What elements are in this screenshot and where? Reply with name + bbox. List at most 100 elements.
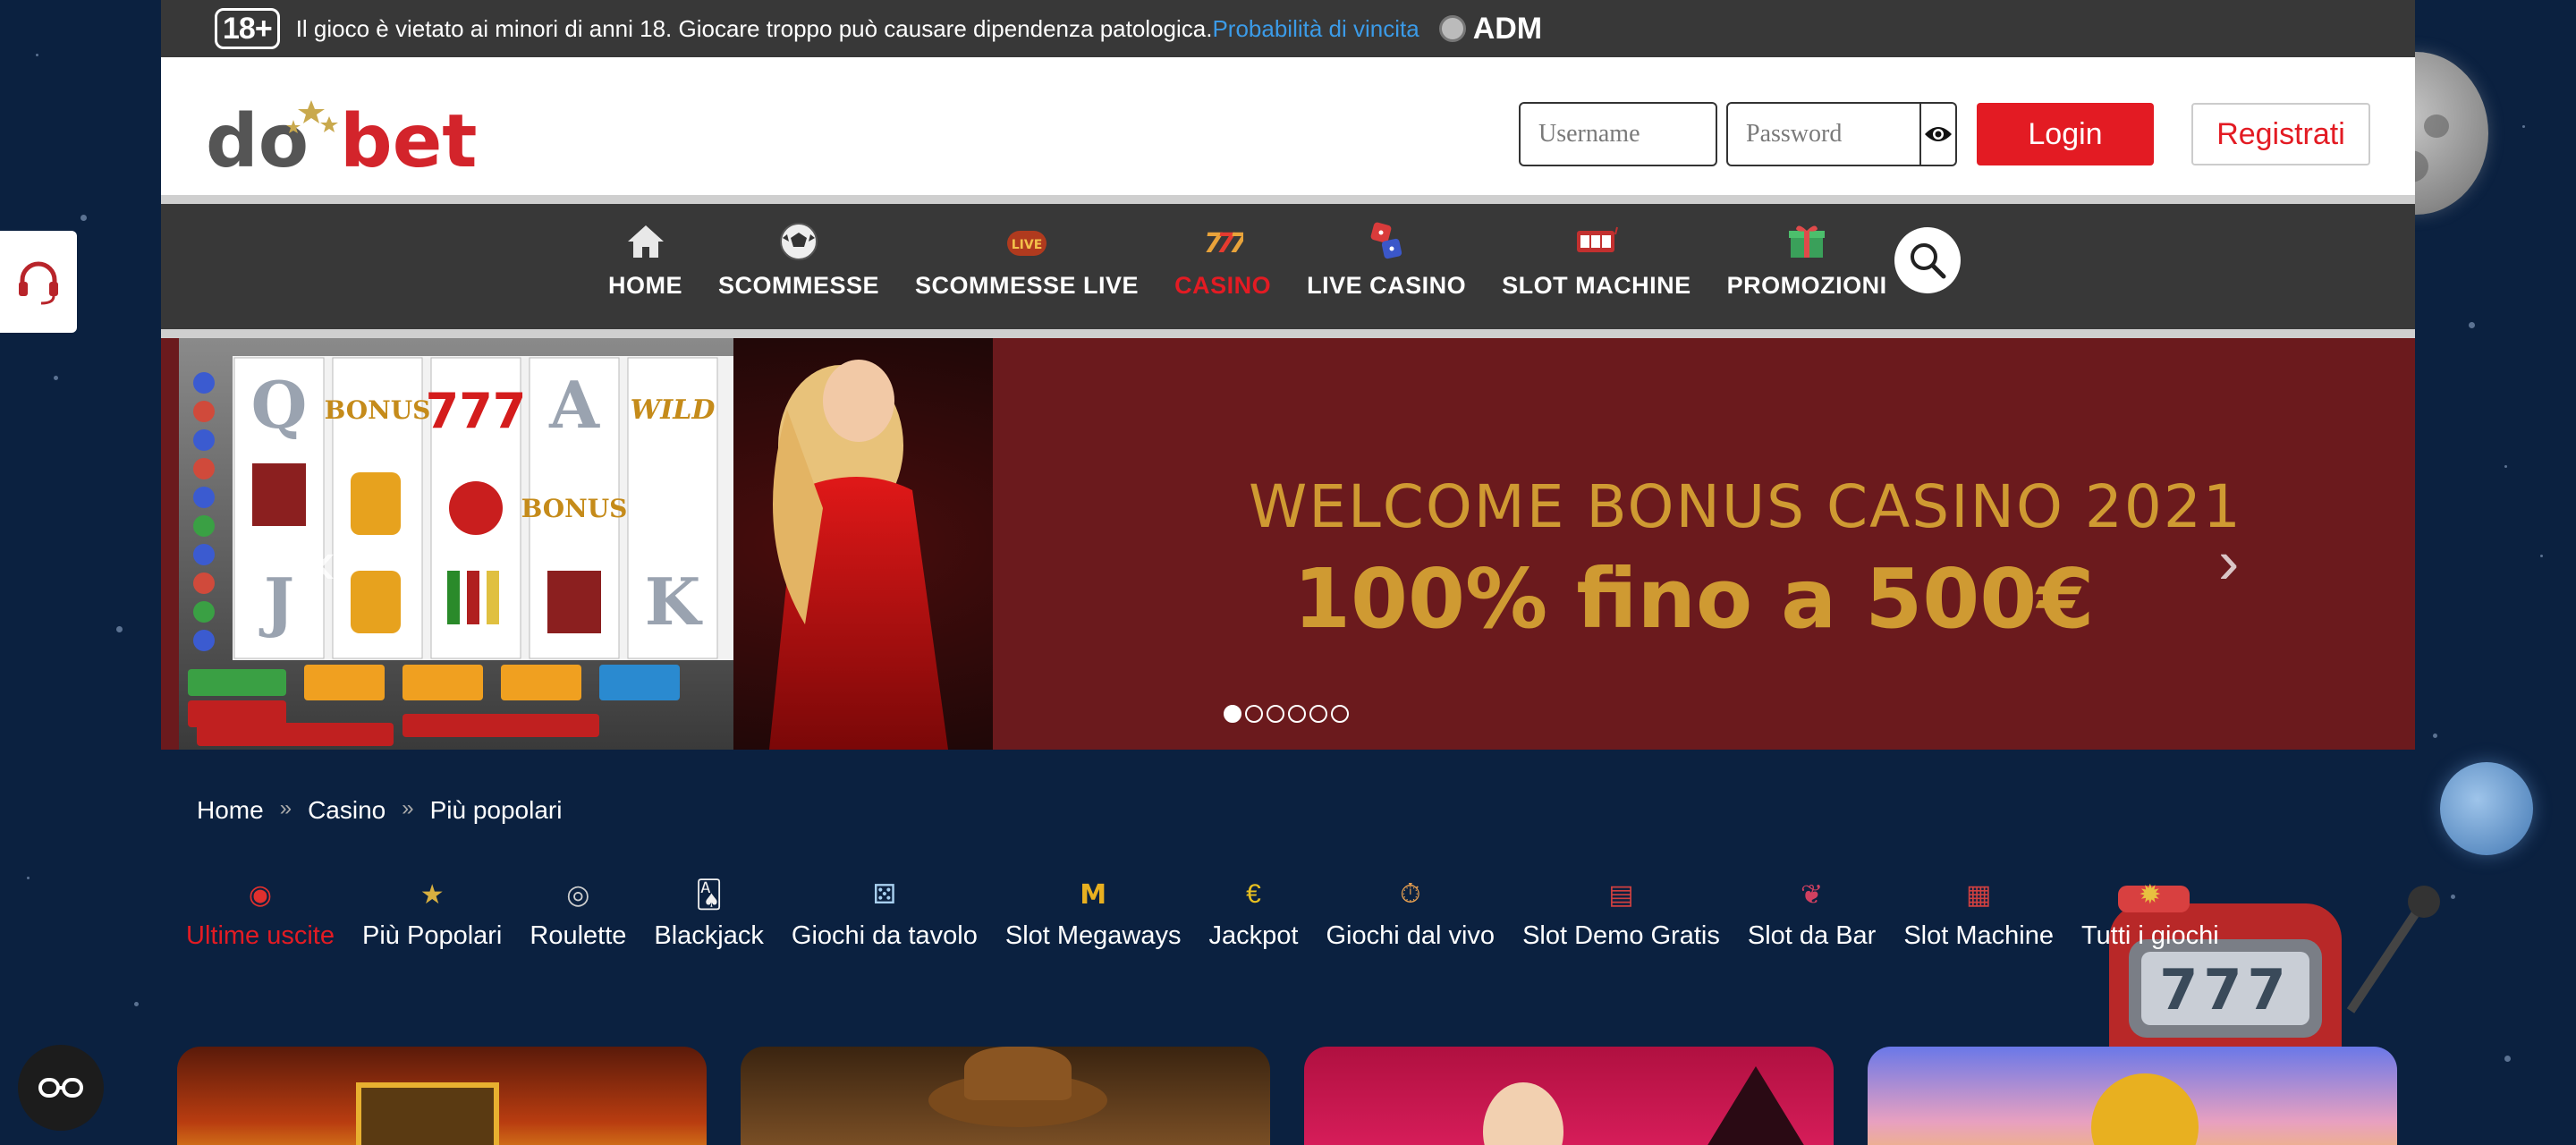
- new-icon: ◉: [248, 879, 273, 910]
- nav-label: CASINO: [1174, 272, 1272, 299]
- probability-link[interactable]: Probabilità di vincita: [1212, 15, 1419, 43]
- login-form: Username Password Login Registrati: [1519, 102, 2370, 166]
- password-field[interactable]: Password: [1726, 102, 1921, 166]
- login-button[interactable]: Login: [1977, 103, 2154, 165]
- carousel-dot[interactable]: [1309, 705, 1327, 723]
- star-decoration: [2433, 734, 2437, 738]
- category-giochi-da-tavolo[interactable]: ⚄ Giochi da tavolo: [792, 877, 978, 951]
- nav-scommesse[interactable]: SCOMMESSE: [718, 220, 879, 300]
- slot-machine-banner-image: Q BONUS 777 A WILD BONUS J K: [179, 338, 993, 750]
- search-button[interactable]: [1894, 227, 1961, 293]
- category-più-popolari[interactable]: ★ Più Popolari: [362, 877, 502, 951]
- banner-title: WELCOME BONUS CASINO 2021: [1249, 472, 2242, 541]
- soccer-ball-icon: [777, 220, 820, 263]
- page-container: 18+ Il gioco è vietato ai minori di anni…: [161, 0, 2415, 750]
- category-slot-megaways[interactable]: M Slot Megaways: [1005, 877, 1182, 951]
- category-tutti-i-giochi[interactable]: ✹ Tutti i giochi: [2081, 877, 2219, 951]
- svg-text:K: K: [645, 564, 703, 640]
- svg-text:J: J: [258, 564, 294, 640]
- carousel-dot[interactable]: [1288, 705, 1306, 723]
- dobet-logo[interactable]: do bet: [206, 97, 519, 177]
- home-icon: [624, 220, 667, 263]
- roulette-icon: ◎: [566, 879, 590, 910]
- search-icon: [1911, 243, 1946, 279]
- svg-text:A: A: [548, 367, 600, 443]
- accessibility-button[interactable]: [18, 1045, 104, 1131]
- carousel-prev-arrow[interactable]: ‹: [315, 526, 335, 598]
- dice-icon: [1365, 220, 1408, 263]
- star-decoration: [80, 215, 87, 221]
- category-label: Giochi da tavolo: [791, 921, 978, 950]
- headset-icon: [19, 261, 58, 305]
- show-password-button[interactable]: [1921, 102, 1957, 166]
- star-decoration: [116, 626, 123, 632]
- svg-text:7: 7: [1229, 228, 1243, 259]
- carousel-dot[interactable]: [1224, 705, 1241, 723]
- nav-label: SCOMMESSE: [718, 272, 880, 299]
- category-label: Slot Demo Gratis: [1522, 921, 1720, 950]
- game-tile[interactable]: [1304, 1047, 1834, 1145]
- live-icon: LIVE: [1005, 220, 1048, 263]
- game-tile[interactable]: [1868, 1047, 2397, 1145]
- breadcrumb-separator: »: [402, 796, 414, 820]
- star-decoration: [27, 877, 30, 879]
- cards-icon: 🂡: [695, 879, 723, 910]
- nav-promozioni[interactable]: PROMOZIONI: [1727, 220, 1887, 300]
- category-label: Più Popolari: [362, 921, 503, 950]
- star-decoration: [36, 54, 38, 56]
- carousel-dot[interactable]: [1245, 705, 1263, 723]
- breadcrumb-home[interactable]: Home: [197, 796, 264, 825]
- breadcrumb-current: Più popolari: [429, 796, 563, 824]
- main-navigation: HOME SCOMMESSE LIVE SCOMMESSE LIVE 777 C…: [161, 204, 2415, 338]
- category-label: Jackpot: [1208, 921, 1299, 950]
- nav-casino[interactable]: 777 CASINO: [1174, 220, 1271, 300]
- carousel-dots: [1224, 705, 1352, 723]
- gift-icon: [1785, 220, 1828, 263]
- category-label: Slot da Bar: [1747, 921, 1877, 950]
- nav-scommesse-live[interactable]: LIVE SCOMMESSE LIVE: [915, 220, 1139, 300]
- game-tile[interactable]: [741, 1047, 1270, 1145]
- nav-home[interactable]: HOME: [608, 220, 682, 300]
- carousel-dot[interactable]: [1267, 705, 1284, 723]
- nav-live-casino[interactable]: LIVE CASINO: [1307, 220, 1466, 300]
- star-decoration: [2469, 322, 2475, 328]
- category-label: Blackjack: [654, 921, 764, 950]
- category-slot-machine[interactable]: ▦ Slot Machine: [1903, 877, 2054, 951]
- svg-text:777: 777: [2159, 957, 2291, 1022]
- glasses-icon: [38, 1078, 83, 1098]
- svg-text:WILD: WILD: [631, 394, 716, 426]
- category-ultime-uscite[interactable]: ◉ Ultime uscite: [186, 877, 335, 951]
- star-decoration: [2540, 555, 2543, 557]
- promo-banner-carousel[interactable]: Q BONUS 777 A WILD BONUS J K WELCOME BON…: [161, 338, 2415, 750]
- breadcrumb: Home » Casino » Più popolari: [197, 796, 562, 825]
- age-18-badge: 18+: [215, 8, 280, 49]
- username-field[interactable]: Username: [1519, 102, 1717, 166]
- slot-icon: ▤: [1608, 879, 1634, 910]
- category-jackpot[interactable]: € Jackpot: [1209, 877, 1299, 951]
- star-decoration: [54, 376, 58, 380]
- carousel-dot[interactable]: [1331, 705, 1349, 723]
- site-header: do bet Username Password Login Registrat…: [161, 57, 2415, 204]
- slot-machine-icon: ▦: [1965, 879, 1992, 910]
- banner-offer: 100% fino a 500€: [1293, 551, 2095, 647]
- category-roulette[interactable]: ◎ Roulette: [530, 877, 626, 951]
- svg-text:LIVE: LIVE: [1012, 238, 1043, 252]
- breadcrumb-casino[interactable]: Casino: [308, 796, 386, 825]
- carousel-next-arrow[interactable]: ›: [2218, 526, 2239, 598]
- category-blackjack[interactable]: 🂡 Blackjack: [654, 877, 764, 951]
- nav-label: PROMOZIONI: [1726, 272, 1887, 299]
- category-giochi-dal-vivo[interactable]: ⏱ Giochi dal vivo: [1326, 877, 1495, 951]
- nav-slot-machine[interactable]: SLOT MACHINE: [1502, 220, 1691, 300]
- register-button[interactable]: Registrati: [2191, 103, 2370, 165]
- slot-icon: [1575, 220, 1618, 263]
- cherry-icon: ❦: [1801, 879, 1824, 910]
- nav-label: HOME: [608, 272, 682, 299]
- category-label: Ultime uscite: [186, 921, 335, 950]
- support-button[interactable]: [0, 231, 77, 333]
- game-tile[interactable]: [177, 1047, 707, 1145]
- category-slot-demo-gratis[interactable]: ▤ Slot Demo Gratis: [1522, 877, 1720, 951]
- category-slot-da-bar[interactable]: ❦ Slot da Bar: [1748, 877, 1876, 951]
- adm-label: ADM: [1472, 11, 1543, 46]
- svg-text:777: 777: [426, 383, 527, 439]
- casino-777-icon: 777: [1201, 220, 1244, 263]
